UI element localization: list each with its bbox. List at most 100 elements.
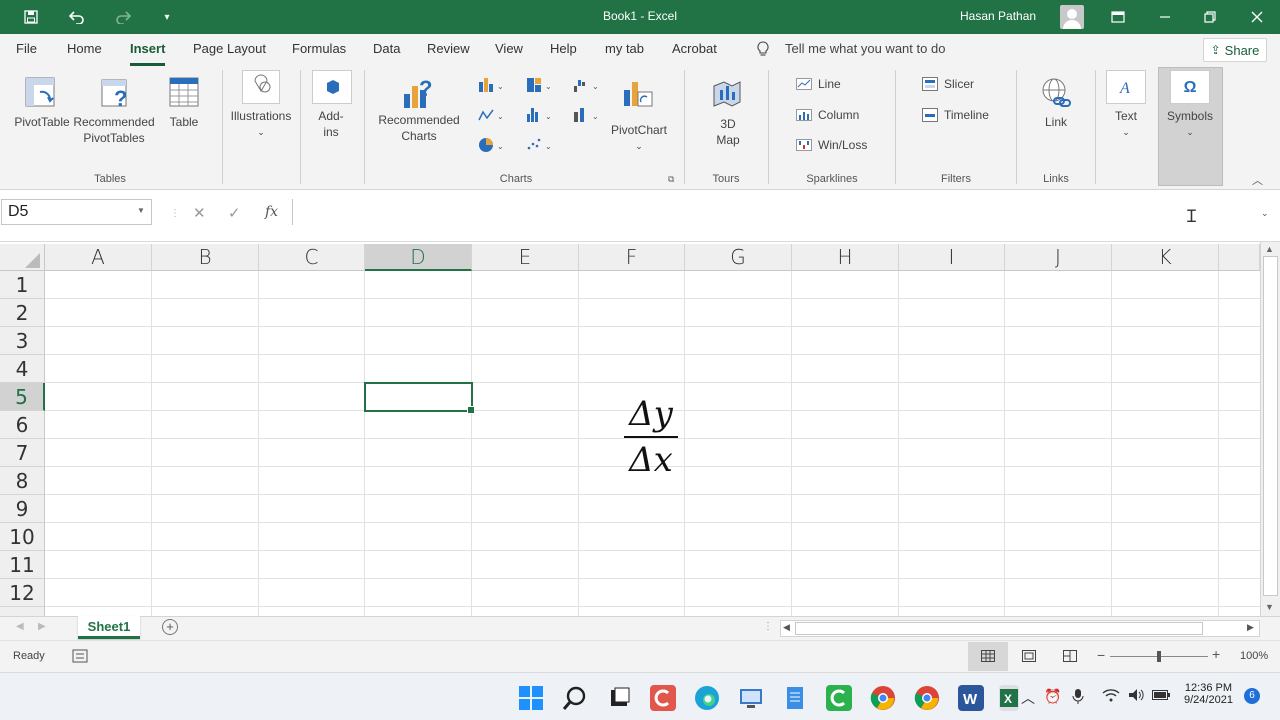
tab-my-tab[interactable]: my tab: [605, 41, 644, 56]
customize-qat-icon[interactable]: ▾: [150, 0, 184, 34]
sparkline-line-button[interactable]: Line: [796, 77, 841, 91]
pivotchart-icon[interactable]: [622, 78, 656, 113]
zoom-slider[interactable]: [1110, 651, 1208, 662]
column-header-e[interactable]: E: [472, 244, 579, 271]
column-header-partial[interactable]: [1219, 244, 1260, 271]
battery-icon[interactable]: [1152, 688, 1170, 704]
row-header-5[interactable]: 5: [0, 383, 45, 411]
insert-function-button[interactable]: fx: [265, 204, 278, 220]
text-button[interactable]: Text: [1100, 108, 1152, 124]
row-header-4[interactable]: 4: [0, 355, 45, 383]
name-box-dropdown-icon[interactable]: ▼: [137, 206, 145, 215]
row-header-6[interactable]: 6: [0, 411, 45, 439]
scroll-up-icon[interactable]: ▲: [1265, 244, 1274, 254]
remote-desktop-icon[interactable]: [738, 685, 764, 711]
worksheet-grid[interactable]: A B C D E F G H I J K 1 2 3 4 5 6 7 8 9 …: [0, 242, 1260, 616]
select-all-button[interactable]: [0, 244, 45, 271]
tell-me-search[interactable]: Tell me what you want to do: [785, 41, 945, 56]
column-header-a[interactable]: A: [45, 244, 152, 271]
tab-view[interactable]: View: [495, 41, 523, 56]
recommended-pivottables-button[interactable]: Recommended PivotTables: [72, 114, 156, 146]
wifi-icon[interactable]: [1102, 688, 1120, 705]
collapse-ribbon-icon[interactable]: ︿: [1252, 172, 1263, 188]
omega-icon[interactable]: Ω: [1170, 70, 1210, 104]
column-header-j[interactable]: J: [1005, 244, 1112, 271]
alarm-icon[interactable]: ⏰: [1044, 688, 1061, 705]
horizontal-scroll-thumb[interactable]: [795, 622, 1203, 635]
recommended-charts-button[interactable]: Recommended Charts: [374, 112, 464, 144]
accessibility-icon[interactable]: [72, 649, 88, 666]
column-header-d[interactable]: D: [365, 244, 472, 271]
expand-formula-bar-icon[interactable]: ⌄: [1261, 208, 1269, 219]
tab-page-layout[interactable]: Page Layout: [193, 41, 266, 56]
cancel-icon[interactable]: ✕: [193, 204, 206, 222]
share-button[interactable]: ⇪ Share: [1203, 38, 1267, 62]
excel-icon[interactable]: X: [999, 685, 1019, 711]
normal-view-button[interactable]: [968, 642, 1008, 671]
scroll-right-icon[interactable]: ▶: [1247, 622, 1254, 633]
illustrations-button[interactable]: Illustrations: [226, 108, 296, 124]
zoom-level[interactable]: 100%: [1240, 650, 1268, 662]
scroll-down-icon[interactable]: ▼: [1265, 602, 1274, 612]
new-sheet-icon[interactable]: +: [162, 619, 178, 635]
combo-chart-icon[interactable]: ⌄: [572, 106, 600, 127]
3d-map-button[interactable]: 3D Map: [700, 116, 756, 148]
name-box[interactable]: D5: [1, 199, 152, 225]
addins-icon[interactable]: [312, 70, 352, 104]
chrome-profile-icon[interactable]: [914, 685, 940, 711]
link-icon[interactable]: [1040, 76, 1072, 113]
column-chart-icon[interactable]: ⌄: [477, 76, 505, 97]
restore-icon[interactable]: [1193, 0, 1227, 34]
minimize-icon[interactable]: [1148, 0, 1182, 34]
recommended-pivottables-icon[interactable]: ?: [100, 76, 134, 113]
scatter-chart-icon[interactable]: ⌄: [525, 136, 553, 157]
column-header-g[interactable]: G: [685, 244, 792, 271]
row-header-8[interactable]: 8: [0, 467, 45, 495]
illustrations-icon[interactable]: [242, 70, 280, 104]
column-header-h[interactable]: H: [792, 244, 899, 271]
illustrations-dropdown-icon[interactable]: ⌄: [226, 124, 296, 140]
column-header-c[interactable]: C: [259, 244, 365, 271]
row-header-1[interactable]: 1: [0, 271, 45, 299]
column-header-f[interactable]: F: [579, 244, 685, 271]
user-name[interactable]: Hasan Pathan: [960, 9, 1036, 23]
vertical-scrollbar[interactable]: ▲ ▼: [1260, 242, 1280, 616]
tab-splitter-icon[interactable]: ⋮: [763, 621, 773, 632]
notepad-icon[interactable]: [782, 685, 808, 711]
table-icon[interactable]: [168, 76, 200, 111]
symbols-dropdown-icon[interactable]: ⌄: [1160, 124, 1220, 140]
table-button[interactable]: Table: [160, 114, 208, 130]
tab-review[interactable]: Review: [427, 41, 470, 56]
equation-object[interactable]: Δy Δx: [620, 394, 682, 480]
charts-dialog-launcher-icon[interactable]: ⧉: [668, 174, 674, 185]
notification-badge[interactable]: 6: [1244, 688, 1260, 704]
zoom-in-icon[interactable]: +: [1212, 646, 1220, 662]
zoom-slider-thumb[interactable]: [1157, 651, 1161, 662]
tab-insert[interactable]: Insert: [130, 41, 166, 66]
text-dropdown-icon[interactable]: ⌄: [1100, 124, 1152, 140]
waterfall-chart-icon[interactable]: ⌄: [572, 76, 600, 97]
line-chart-icon[interactable]: ⌄: [477, 106, 505, 127]
tab-file[interactable]: File: [16, 41, 37, 56]
clock[interactable]: 12:36 PM 9/24/2021: [1184, 682, 1233, 706]
zoom-out-icon[interactable]: −: [1097, 647, 1105, 663]
undo-icon[interactable]: [60, 0, 94, 34]
vertical-scroll-thumb[interactable]: [1263, 256, 1278, 596]
column-header-i[interactable]: I: [899, 244, 1005, 271]
row-header-9[interactable]: 9: [0, 495, 45, 523]
tab-acrobat[interactable]: Acrobat: [672, 41, 717, 56]
tab-formulas[interactable]: Formulas: [292, 41, 346, 56]
camtasia-icon[interactable]: [650, 685, 676, 711]
close-icon[interactable]: [1240, 0, 1274, 34]
chrome-icon[interactable]: [870, 685, 896, 711]
tab-home[interactable]: Home: [67, 41, 102, 56]
camtasia-recorder-icon[interactable]: [826, 685, 852, 711]
next-sheet-icon[interactable]: ▶: [38, 621, 46, 632]
volume-icon[interactable]: [1128, 688, 1146, 705]
pivottable-button[interactable]: PivotTable: [12, 114, 72, 130]
sparkline-column-button[interactable]: Column: [796, 108, 859, 122]
horizontal-scrollbar[interactable]: ◀ ▶: [780, 620, 1260, 637]
pivottable-icon[interactable]: [24, 76, 58, 113]
avatar[interactable]: [1060, 5, 1084, 29]
recommended-charts-icon[interactable]: ?: [400, 76, 436, 113]
